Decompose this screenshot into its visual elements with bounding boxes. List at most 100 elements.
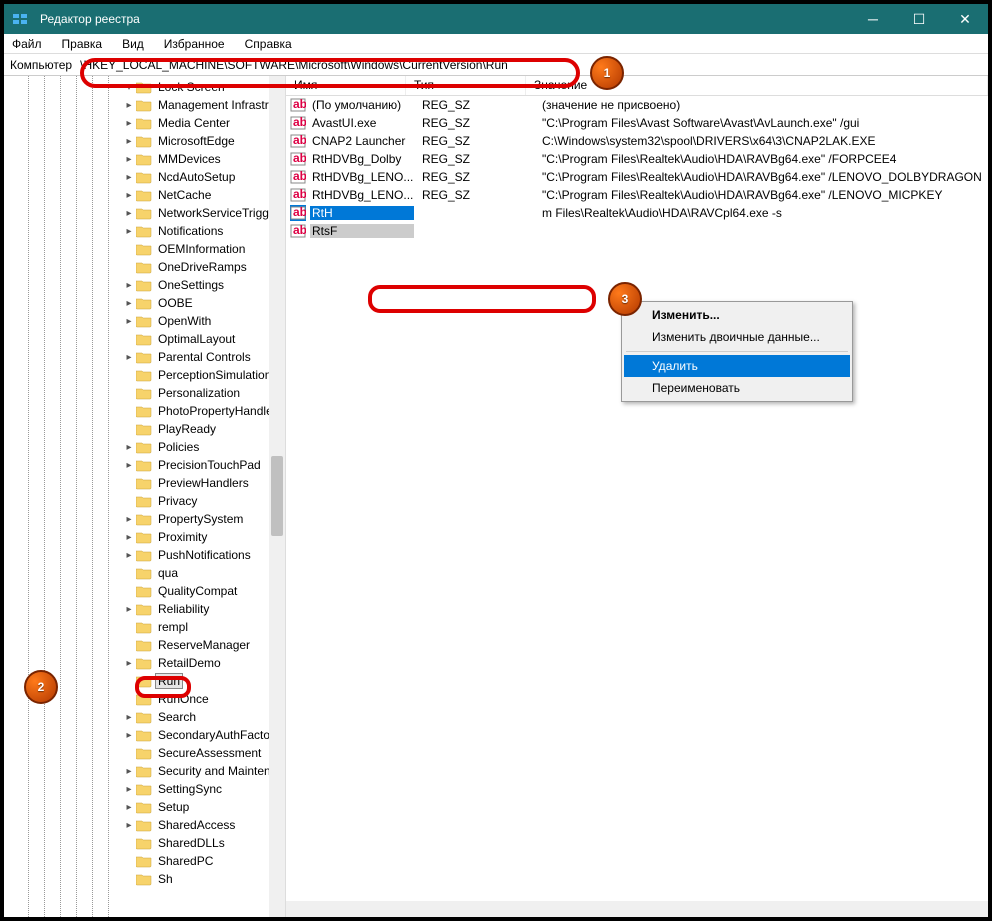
expand-icon[interactable]: ▸ [124, 532, 134, 543]
col-name[interactable]: Имя [286, 76, 406, 95]
menu-fav[interactable]: Избранное [160, 35, 229, 53]
tree-item-pushnotifications[interactable]: ▸PushNotifications [4, 546, 285, 564]
minimize-button[interactable]: ─ [850, 4, 896, 34]
value-row[interactable]: abRtHDVBg_LENO...REG_SZ"C:\Program Files… [286, 168, 988, 186]
value-row[interactable]: abRtHm Files\Realtek\Audio\HDA\RAVCpl64.… [286, 204, 988, 222]
tree-item-previewhandlers[interactable]: PreviewHandlers [4, 474, 285, 492]
maximize-button[interactable]: ☐ [896, 4, 942, 34]
tree-item-search[interactable]: ▸Search [4, 708, 285, 726]
tree-item-shareddlls[interactable]: SharedDLLs [4, 834, 285, 852]
tree-item-settingsync[interactable]: ▸SettingSync [4, 780, 285, 798]
ctx-delete[interactable]: Удалить [624, 355, 850, 377]
values-header[interactable]: Имя Тип Значение [286, 76, 988, 96]
tree-item-management-infrastru[interactable]: ▸Management Infrastru [4, 96, 285, 114]
expand-icon[interactable]: ▸ [124, 172, 134, 183]
address-input[interactable] [74, 56, 988, 74]
close-button[interactable]: ✕ [942, 4, 988, 34]
tree-item-policies[interactable]: ▸Policies [4, 438, 285, 456]
menu-view[interactable]: Вид [118, 35, 148, 53]
menu-file[interactable]: Файл [8, 35, 46, 53]
tree-item-notifications[interactable]: ▸Notifications [4, 222, 285, 240]
tree-item-secureassessment[interactable]: SecureAssessment [4, 744, 285, 762]
menu-edit[interactable]: Правка [58, 35, 107, 53]
tree-item-mmdevices[interactable]: ▸MMDevices [4, 150, 285, 168]
menu-help[interactable]: Справка [241, 35, 296, 53]
tree-item-photopropertyhandle[interactable]: PhotoPropertyHandle [4, 402, 285, 420]
tree-label: Personalization [156, 386, 242, 400]
tree-item-oobe[interactable]: ▸OOBE [4, 294, 285, 312]
tree-item-oeminformation[interactable]: OEMInformation [4, 240, 285, 258]
tree-item-parental-controls[interactable]: ▸Parental Controls [4, 348, 285, 366]
expand-icon[interactable]: ▸ [124, 820, 134, 831]
expand-icon[interactable]: ▸ [124, 442, 134, 453]
expand-icon[interactable]: ▸ [124, 190, 134, 201]
col-type[interactable]: Тип [406, 76, 526, 95]
tree-item-secondaryauthfactor[interactable]: ▸SecondaryAuthFactor [4, 726, 285, 744]
expand-icon[interactable]: ▸ [124, 766, 134, 777]
tree-item-rempl[interactable]: rempl [4, 618, 285, 636]
value-row[interactable]: abRtHDVBg_DolbyREG_SZ"C:\Program Files\R… [286, 150, 988, 168]
ctx-modify-binary[interactable]: Изменить двоичные данные... [624, 326, 850, 348]
expand-icon[interactable]: ▸ [124, 316, 134, 327]
expand-icon[interactable]: ▸ [124, 226, 134, 237]
registry-tree[interactable]: ▾Lock Screen▸Management Infrastru▸Media … [4, 76, 286, 917]
expand-icon[interactable]: ▸ [124, 280, 134, 291]
tree-item-playready[interactable]: PlayReady [4, 420, 285, 438]
tree-item-reservemanager[interactable]: ReserveManager [4, 636, 285, 654]
tree-item-ncdautosetup[interactable]: ▸NcdAutoSetup [4, 168, 285, 186]
tree-item-microsoftedge[interactable]: ▸MicrosoftEdge [4, 132, 285, 150]
tree-item-openwith[interactable]: ▸OpenWith [4, 312, 285, 330]
tree-item-qualitycompat[interactable]: QualityCompat [4, 582, 285, 600]
tree-scrollbar[interactable] [269, 76, 285, 917]
tree-item-propertysystem[interactable]: ▸PropertySystem [4, 510, 285, 528]
value-row[interactable]: abRtsF [286, 222, 988, 240]
value-row[interactable]: abRtHDVBg_LENO...REG_SZ"C:\Program Files… [286, 186, 988, 204]
expand-icon[interactable]: ▸ [124, 154, 134, 165]
tree-item-sharedpc[interactable]: SharedPC [4, 852, 285, 870]
tree-label: OneDriveRamps [156, 260, 249, 274]
expand-icon[interactable]: ▸ [124, 298, 134, 309]
value-row[interactable]: abAvastUI.exeREG_SZ"C:\Program Files\Ava… [286, 114, 988, 132]
expand-icon[interactable]: ▸ [124, 604, 134, 615]
expand-icon[interactable]: ▸ [124, 208, 134, 219]
values-scrollbar[interactable] [286, 901, 988, 917]
tree-item-sh[interactable]: Sh [4, 870, 285, 888]
tree-item-precisiontouchpad[interactable]: ▸PrecisionTouchPad [4, 456, 285, 474]
tree-item-sharedaccess[interactable]: ▸SharedAccess [4, 816, 285, 834]
expand-icon[interactable]: ▸ [124, 460, 134, 471]
tree-label: SharedPC [156, 854, 215, 868]
expand-icon[interactable]: ▸ [124, 658, 134, 669]
expand-icon[interactable]: ▸ [124, 730, 134, 741]
tree-item-onedriveramps[interactable]: OneDriveRamps [4, 258, 285, 276]
expand-icon[interactable]: ▸ [124, 550, 134, 561]
tree-item-setup[interactable]: ▸ Setup [4, 798, 285, 816]
tree-item-media-center[interactable]: ▸Media Center [4, 114, 285, 132]
value-row[interactable]: abCNAP2 LauncherREG_SZC:\Windows\system3… [286, 132, 988, 150]
tree-item-privacy[interactable]: Privacy [4, 492, 285, 510]
expand-icon[interactable]: ▸ [124, 136, 134, 147]
expand-icon[interactable]: ▸ [124, 514, 134, 525]
tree-item-lock-screen[interactable]: ▾Lock Screen [4, 78, 285, 96]
expand-icon[interactable]: ▸ [124, 784, 134, 795]
tree-item-proximity[interactable]: ▸Proximity [4, 528, 285, 546]
tree-item-reliability[interactable]: ▸Reliability [4, 600, 285, 618]
expand-icon[interactable]: ▸ [124, 100, 134, 111]
tree-item-retaildemo[interactable]: ▸RetailDemo [4, 654, 285, 672]
tree-item-qua[interactable]: qua [4, 564, 285, 582]
ctx-rename[interactable]: Переименовать [624, 377, 850, 399]
expand-icon[interactable]: ▸ [124, 352, 134, 363]
tree-item-netcache[interactable]: ▸NetCache [4, 186, 285, 204]
tree-item-security-and-maintena[interactable]: ▸Security and Maintena [4, 762, 285, 780]
tree-item-personalization[interactable]: Personalization [4, 384, 285, 402]
ctx-modify[interactable]: Изменить... [624, 304, 850, 326]
expand-icon[interactable]: ▸ [124, 118, 134, 129]
expand-icon[interactable]: ▸ [124, 802, 134, 813]
tree-item-optimallayout[interactable]: OptimalLayout [4, 330, 285, 348]
tree-item-onesettings[interactable]: ▸OneSettings [4, 276, 285, 294]
value-row[interactable]: ab(По умолчанию)REG_SZ(значение не присв… [286, 96, 988, 114]
tree-item-networkservicetrigge[interactable]: ▸NetworkServiceTrigge [4, 204, 285, 222]
expand-icon[interactable]: ▸ [124, 712, 134, 723]
tree-item-perceptionsimulation[interactable]: PerceptionSimulation [4, 366, 285, 384]
tree-label: Setup [156, 800, 191, 814]
expand-icon[interactable]: ▾ [124, 82, 134, 93]
